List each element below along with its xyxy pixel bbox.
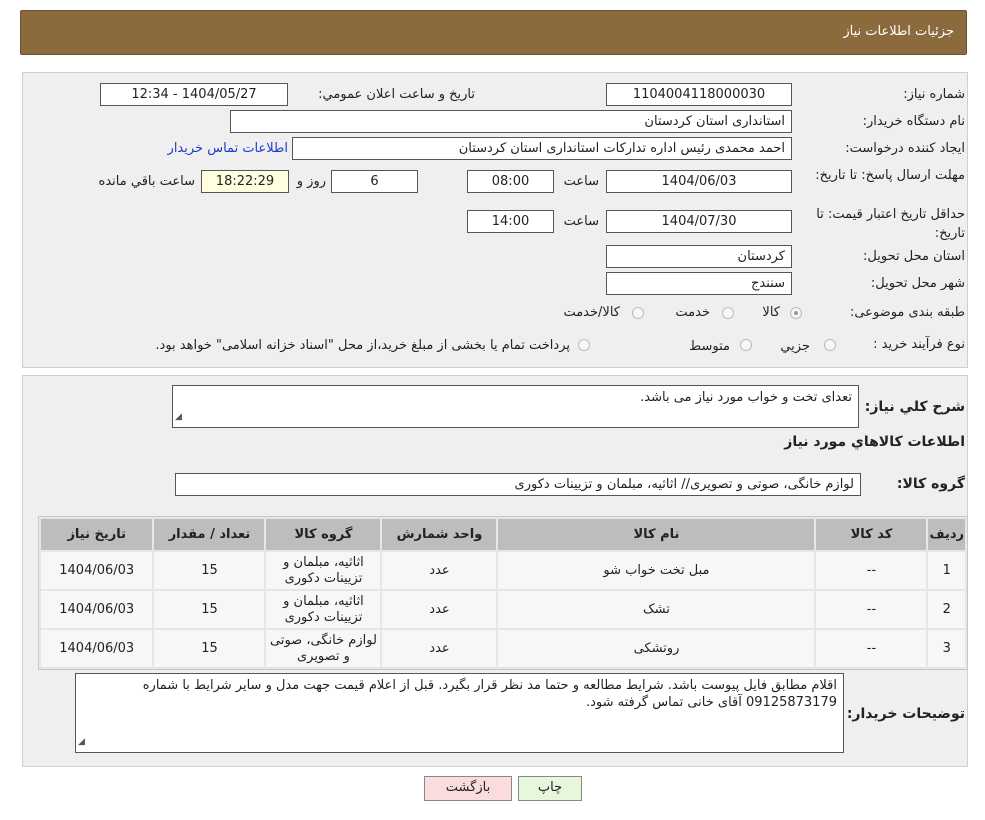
cell-unit: عدد [382, 630, 497, 667]
cell-row: 1 [928, 552, 965, 589]
category-option-goods: کالا [762, 305, 780, 320]
back-button[interactable]: بازگشت [424, 776, 512, 801]
validity-hour-label: ساعت [563, 214, 599, 229]
cell-date: 1404/06/03 [41, 591, 153, 628]
col-date: تاریخ نیاز [41, 519, 153, 550]
table-row: 3 -- روتشکی عدد لوازم خانگی، صوتی و تصویری 15… [41, 630, 965, 667]
creator-field: احمد محمدی رئیس اداره تدارکات استانداری … [292, 137, 792, 160]
buyer-contact-link[interactable]: اطلاعات تماس خریدار [168, 141, 288, 156]
cell-unit: عدد [382, 552, 497, 589]
remaining-label: ساعت باقي مانده [98, 174, 195, 189]
province-field: کردستان [606, 245, 792, 268]
need-number-label: شماره نیاز: [903, 87, 965, 102]
deadline-hour-label: ساعت [563, 174, 599, 189]
cell-code: -- [816, 552, 927, 589]
need-number-field: 1104004118000030 [606, 83, 792, 106]
description-label: شرح کلي نیاز: [864, 399, 965, 415]
deadline-label: مهلت ارسال پاسخ: تا تاریخ: [815, 168, 965, 183]
page-header: جزئیات اطلاعات نیاز [20, 10, 967, 55]
announce-field: 1404/05/27 - 12:34 [100, 83, 288, 106]
cell-code: -- [816, 591, 927, 628]
col-code: کد کالا [816, 519, 927, 550]
category-option-both: کالا/خدمت [563, 305, 620, 320]
validity-date-field: 1404/07/30 [606, 210, 792, 233]
cell-row: 2 [928, 591, 965, 628]
col-unit: واحد شمارش [382, 519, 497, 550]
validity-label: حداقل تاریخ اعتبار قیمت: تا تاریخ: [816, 207, 965, 241]
process-radio-minor[interactable] [824, 339, 836, 351]
notes-label: توضیحات خریدار: [846, 706, 965, 722]
category-radio-goods[interactable] [790, 307, 802, 319]
col-name: نام کالا [498, 519, 815, 550]
cell-group: اثاثیه، مبلمان و تزیینات دکوری [266, 552, 381, 589]
cell-date: 1404/06/03 [41, 630, 153, 667]
goods-table-wrap: ردیف کد کالا نام کالا واحد شمارش گروه کا… [38, 516, 968, 670]
cell-unit: عدد [382, 591, 497, 628]
page-title: جزئیات اطلاعات نیاز [843, 24, 954, 39]
deadline-time-field: 08:00 [467, 170, 554, 193]
col-qty: تعداد / مقدار [154, 519, 265, 550]
city-field: سنندج [606, 272, 792, 295]
cell-group: لوازم خانگی، صوتی و تصویری [266, 630, 381, 667]
creator-label: ایجاد کننده درخواست: [845, 141, 965, 156]
category-radio-service[interactable] [722, 307, 734, 319]
validity-time-field: 14:00 [467, 210, 554, 233]
category-label: طبقه بندی موضوعی: [849, 305, 965, 320]
cell-qty: 15 [154, 630, 265, 667]
print-button[interactable]: چاپ [518, 776, 582, 801]
table-row: 1 -- مبل تخت خواب شو عدد اثاثیه، مبلمان و تز… [41, 552, 965, 589]
table-row: 2 -- تشک عدد اثاثیه، مبلمان و تزیینات دکوری 1… [41, 591, 965, 628]
goods-heading: اطلاعات کالاهاي مورد نیاز [784, 434, 965, 450]
goods-table: ردیف کد کالا نام کالا واحد شمارش گروه کا… [39, 517, 967, 669]
buyer-label: نام دستگاه خریدار: [862, 114, 965, 129]
buyer-field: استانداری استان کردستان [230, 110, 792, 133]
process-option-medium: متوسط [689, 339, 730, 354]
process-label: نوع فرآیند خرید : [873, 337, 965, 352]
cell-group: اثاثیه، مبلمان و تزیینات دکوری [266, 591, 381, 628]
table-header-row: ردیف کد کالا نام کالا واحد شمارش گروه کا… [41, 519, 965, 550]
cell-qty: 15 [154, 552, 265, 589]
col-row: ردیف [928, 519, 965, 550]
cell-name: مبل تخت خواب شو [498, 552, 815, 589]
resize-grip-icon[interactable]: ◢ [175, 409, 182, 426]
city-label: شهر محل تحویل: [870, 276, 965, 291]
notes-textarea[interactable]: اقلام مطابق فایل پیوست باشد. شرایط مطالع… [75, 673, 844, 753]
category-option-service: خدمت [675, 305, 710, 320]
cell-date: 1404/06/03 [41, 552, 153, 589]
cell-row: 3 [928, 630, 965, 667]
cell-qty: 15 [154, 591, 265, 628]
province-label: استان محل تحویل: [863, 249, 965, 264]
description-textarea[interactable]: تعدای تخت و خواب مورد نیاز می باشد. ◢ [172, 385, 859, 428]
process-radio-treasury[interactable] [578, 339, 590, 351]
resize-grip-icon[interactable]: ◢ [78, 734, 85, 751]
deadline-date-field: 1404/06/03 [606, 170, 792, 193]
col-group: گروه کالا [266, 519, 381, 550]
announce-label: تاریخ و ساعت اعلان عمومي: [318, 87, 475, 102]
process-radio-medium[interactable] [740, 339, 752, 351]
group-field: لوازم خانگی، صوتی و تصویری// اثاثیه، مبل… [175, 473, 861, 496]
category-radio-both[interactable] [632, 307, 644, 319]
days-field: 6 [331, 170, 418, 193]
cell-name: تشک [498, 591, 815, 628]
remaining-time-field: 18:22:29 [201, 170, 289, 193]
days-label: روز و [296, 174, 326, 189]
process-option-minor: جزيي [780, 339, 810, 354]
notes-text: اقلام مطابق فایل پیوست باشد. شرایط مطالع… [142, 678, 837, 710]
process-note: پرداخت تمام یا بخشی از مبلغ خرید،از محل … [155, 338, 570, 353]
cell-code: -- [816, 630, 927, 667]
group-label: گروه کالا: [896, 476, 965, 492]
cell-name: روتشکی [498, 630, 815, 667]
description-text: تعدای تخت و خواب مورد نیاز می باشد. [640, 390, 852, 405]
